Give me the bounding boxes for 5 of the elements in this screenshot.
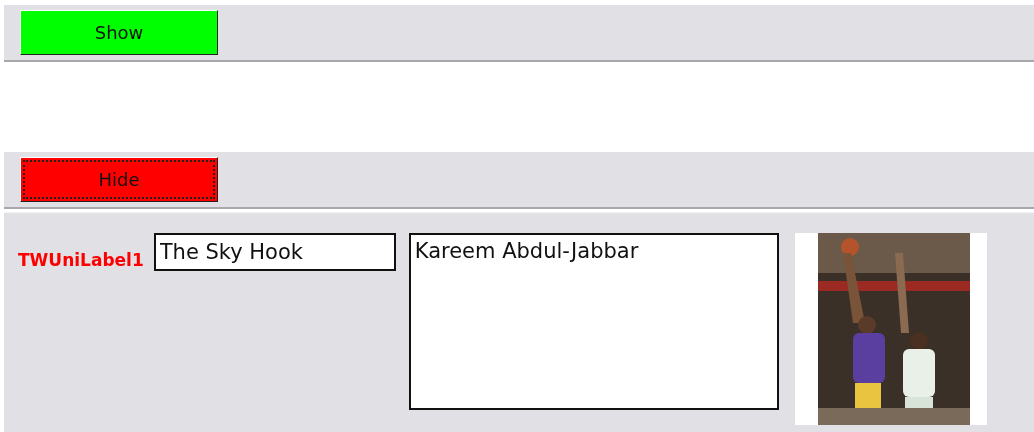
name-field[interactable]: Kareem Abdul-Jabbar [408,233,779,410]
toggle-button[interactable]: Hide [20,157,218,202]
field-label: TWUniLabel1 [18,250,144,270]
toggle-button[interactable]: Show [20,10,218,55]
title-field[interactable]: The Sky Hook [153,233,396,271]
